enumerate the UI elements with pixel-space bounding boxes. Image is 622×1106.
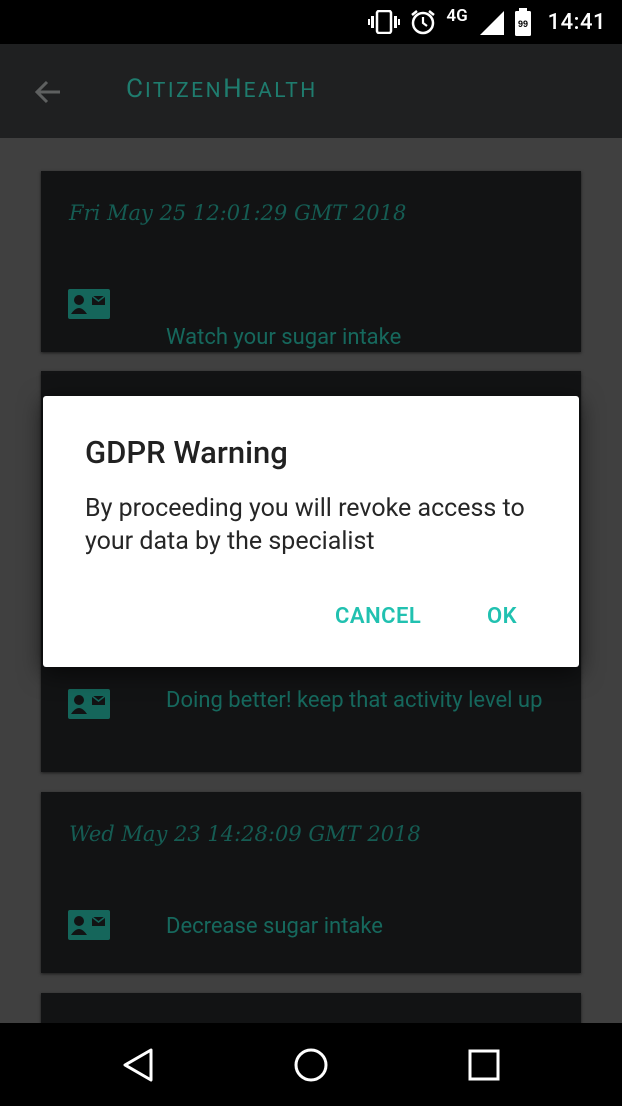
alarm-icon — [411, 10, 436, 35]
clock: 14:41 — [547, 9, 606, 35]
vibrate-icon — [368, 10, 401, 34]
app-title: CITIZENHEALTH — [126, 74, 318, 104]
dialog-message: By proceeding you will revoke access to … — [85, 494, 525, 556]
card-date: Wed May 23 14:28:09 GMT 2018 — [69, 822, 421, 846]
navigation-bar — [0, 1023, 622, 1106]
ok-button[interactable]: OK — [487, 604, 517, 629]
home-circle-icon[interactable] — [293, 1047, 329, 1083]
message-card[interactable]: Wed May 23 14:28:09 GMT 2018 Decrease su… — [41, 792, 581, 973]
message-card[interactable] — [41, 993, 581, 1023]
card-date: Fri May 25 12:01:29 GMT 2018 — [69, 201, 407, 225]
contact-mail-icon — [68, 689, 110, 719]
cancel-button[interactable]: CANCEL — [335, 604, 421, 629]
dialog-title: GDPR Warning — [85, 434, 288, 471]
status-bar: 4G 99 14:41 — [0, 0, 622, 44]
message-card[interactable]: Fri May 25 12:01:29 GMT 2018 Watch your … — [41, 171, 581, 352]
battery-level: 99 — [518, 19, 528, 29]
recents-square-icon[interactable] — [467, 1047, 501, 1083]
gdpr-warning-dialog: GDPR Warning By proceeding you will revo… — [43, 396, 579, 667]
signal-icon — [479, 11, 504, 35]
card-message: Watch your sugar intake — [166, 325, 402, 350]
back-triangle-icon[interactable] — [121, 1047, 155, 1083]
card-message: Decrease sugar intake — [166, 914, 383, 939]
app-bar: CITIZENHEALTH — [0, 44, 622, 138]
contact-mail-icon — [68, 289, 110, 319]
card-message: Doing better! keep that activity level u… — [166, 688, 543, 713]
battery-icon: 99 — [514, 8, 531, 36]
contact-mail-icon — [68, 910, 110, 940]
network-type: 4G — [446, 6, 468, 26]
arrow-back-icon[interactable] — [30, 74, 66, 110]
